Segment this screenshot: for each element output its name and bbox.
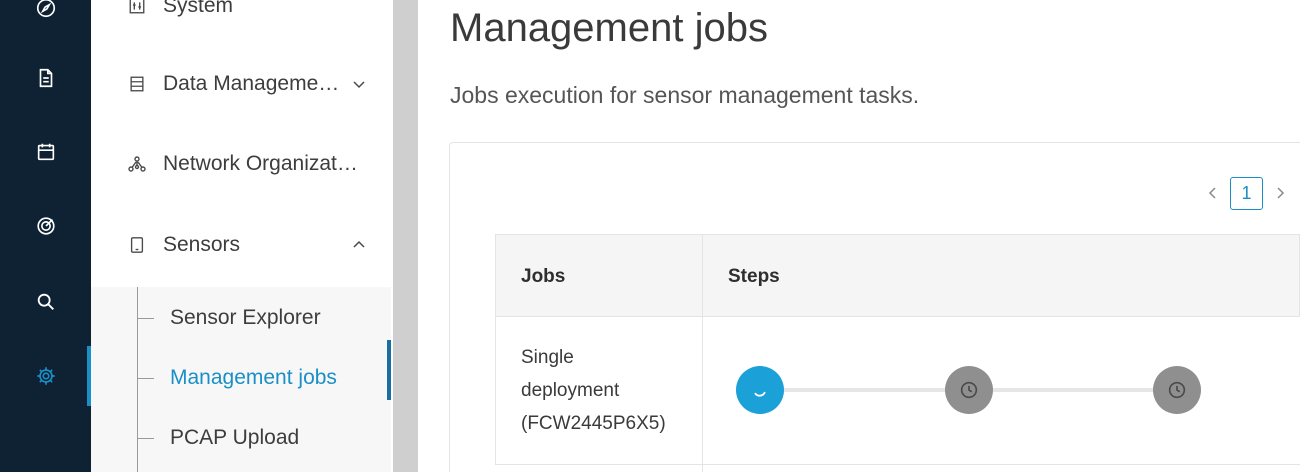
document-icon [39, 68, 52, 88]
app: System Data Manageme… Network Organizat…… [0, 0, 1300, 472]
sidebar-item-data-management[interactable]: Data Manageme… [91, 64, 391, 104]
step-pending[interactable] [945, 366, 993, 414]
step-pending[interactable] [1153, 366, 1201, 414]
page-title: Management jobs [450, 6, 768, 50]
sidebar-subitem-label: PCAP Upload [170, 426, 300, 449]
icon-rail [0, 0, 91, 472]
chevron-right-icon [1277, 187, 1285, 199]
target-icon [36, 217, 55, 235]
spinner-icon [754, 391, 766, 397]
job-name: Single deployment (FCW2445P6X5) [521, 341, 696, 440]
sidebar-item-network-organization[interactable]: Network Organizat… [91, 144, 391, 184]
page-number-button[interactable]: 1 [1230, 176, 1263, 210]
chevron-down-icon [353, 81, 365, 89]
sidebar-item-pcap-upload[interactable]: PCAP Upload [91, 416, 391, 460]
column-header-jobs: Jobs [521, 265, 566, 287]
rail-item-search[interactable] [0, 272, 91, 332]
sidebar-item-label: System [163, 0, 234, 17]
sidebar-item-system[interactable]: System [91, 0, 391, 26]
pagination: 1 [1204, 176, 1289, 210]
sidebar-subitem-label: Management jobs [170, 366, 337, 389]
step-running[interactable] [736, 366, 784, 414]
job-steps [736, 364, 1206, 418]
tree-branch [138, 437, 154, 439]
chevron-up-icon [353, 240, 365, 248]
sidebar-subitem-label: Sensor Explorer [170, 306, 321, 329]
compass-icon [36, 0, 55, 18]
rail-item-events[interactable] [0, 122, 91, 182]
rail-item-detection[interactable] [0, 196, 91, 256]
sensor-icon [127, 235, 147, 255]
system-icon [127, 0, 147, 16]
gear-icon [36, 367, 55, 385]
chevron-left-icon [1208, 187, 1216, 199]
page-subtitle: Jobs execution for sensor management tas… [450, 82, 920, 108]
search-icon [37, 293, 54, 310]
sidebar-item-label: Network Organizat… [163, 152, 358, 175]
sidebar-item-sensors[interactable]: Sensors [91, 225, 391, 265]
tree-branch [138, 377, 154, 379]
network-icon [127, 154, 147, 174]
jobs-table: Jobs Steps Single deployment (FCW2445P6X… [495, 234, 1300, 472]
rail-item-explore[interactable] [0, 0, 91, 38]
column-divider [702, 234, 703, 472]
sidebar-item-label: Sensors [163, 233, 241, 256]
calendar-icon [37, 143, 54, 161]
database-icon [127, 74, 147, 94]
rail-item-admin[interactable] [0, 346, 91, 406]
next-page-button[interactable] [1271, 184, 1289, 202]
job-name-line: Single [521, 347, 574, 368]
main-content: Management jobs Jobs execution for senso… [418, 0, 1300, 472]
sidebar-scrollbar[interactable] [393, 0, 418, 472]
job-name-line: (FCW2445P6X5) [521, 413, 666, 434]
admin-sidebar: System Data Manageme… Network Organizat…… [91, 0, 393, 472]
tree-branch [138, 317, 154, 319]
sidebar-item-label: Data Manageme… [163, 72, 340, 95]
sidebar-item-management-jobs[interactable]: Management jobs [91, 340, 391, 400]
table-header: Jobs Steps [495, 234, 1300, 317]
clock-icon [1168, 381, 1186, 399]
job-name-line: deployment [521, 380, 620, 401]
prev-page-button[interactable] [1204, 184, 1222, 202]
sidebar-item-sensor-explorer[interactable]: Sensor Explorer [91, 296, 391, 340]
clock-icon [960, 381, 978, 399]
column-header-steps: Steps [728, 265, 780, 287]
rail-item-reports[interactable] [0, 48, 91, 108]
